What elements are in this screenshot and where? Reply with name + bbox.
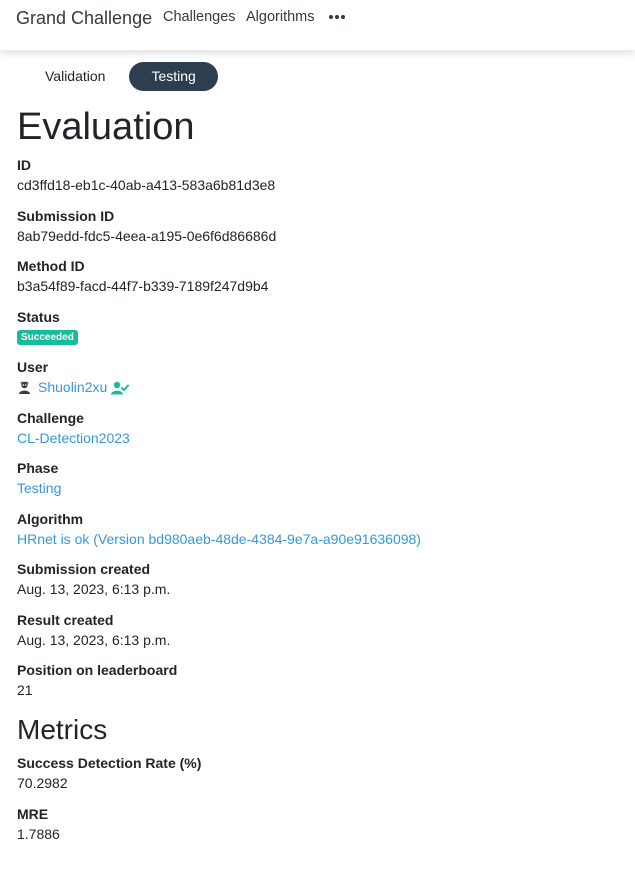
nav-link-algorithms[interactable]: Algorithms xyxy=(246,9,315,25)
user-link[interactable]: Shuolin2xu xyxy=(38,377,107,397)
metric-label: Success Detection Rate (%) xyxy=(17,755,202,771)
user-check-icon xyxy=(111,380,130,395)
metric-value: 70.2982 xyxy=(17,775,68,791)
metric-value: 1.7886 xyxy=(17,825,60,842)
field-label: Status xyxy=(17,308,60,325)
field-status: Status Succeeded xyxy=(17,307,617,347)
field-challenge: Challenge CL-Detection2023 xyxy=(17,408,617,448)
field-label: Position on leaderboard xyxy=(17,662,178,678)
field-algorithm: Algorithm HRnet is ok (Version bd980aeb-… xyxy=(17,509,617,549)
method-id-value: b3a54f89-facd-44f7-b339-7189f247d9b4 xyxy=(17,278,269,294)
field-submission-created: Submission created Aug. 13, 2023, 6:13 p… xyxy=(17,559,617,599)
field-user: User Shuolin2xu xyxy=(17,357,617,397)
challenge-link[interactable]: CL-Detection2023 xyxy=(17,430,130,446)
metrics-heading: Metrics xyxy=(17,714,108,745)
top-navbar: Grand Challenge Challenges Algorithms xyxy=(0,0,635,50)
main-content: Evaluation ID cd3ffd18-eb1c-40ab-a413-58… xyxy=(17,103,617,854)
ellipsis-icon[interactable] xyxy=(329,11,345,23)
result-created-value: Aug. 13, 2023, 6:13 p.m. xyxy=(17,631,171,648)
phase-link[interactable]: Testing xyxy=(17,480,61,496)
field-phase: Phase Testing xyxy=(17,458,617,498)
field-id: ID cd3ffd18-eb1c-40ab-a413-583a6b81d3e8 xyxy=(17,155,617,195)
submission-created-value: Aug. 13, 2023, 6:13 p.m. xyxy=(17,581,171,597)
field-label: Algorithm xyxy=(17,510,84,527)
tab-validation[interactable]: Validation xyxy=(23,62,127,91)
brand-logo-text[interactable]: Grand Challenge xyxy=(16,8,152,29)
metric-label: MRE xyxy=(17,805,49,822)
algorithm-row: HRnet is ok (Version bd980aeb-48de-4384-… xyxy=(17,529,617,549)
tab-testing[interactable]: Testing xyxy=(129,62,218,91)
field-label: User xyxy=(17,359,49,375)
avatar[interactable] xyxy=(17,380,32,395)
algorithm-link[interactable]: HRnet is ok (Version bd980aeb-48de-4384-… xyxy=(17,531,421,547)
phase-row: Testing xyxy=(17,478,617,498)
status-row: Succeeded xyxy=(17,327,617,347)
field-label: Phase xyxy=(17,460,59,476)
field-label: Challenge xyxy=(17,409,84,426)
field-submission-id: Submission ID 8ab79edd-fdc5-4eea-a195-0e… xyxy=(17,206,617,246)
field-result-created: Result created Aug. 13, 2023, 6:13 p.m. xyxy=(17,610,617,650)
field-label: Submission ID xyxy=(17,207,115,224)
field-label: Result created xyxy=(17,611,114,628)
evaluation-id-value: cd3ffd18-eb1c-40ab-a413-583a6b81d3e8 xyxy=(17,177,276,193)
challenge-row: CL-Detection2023 xyxy=(17,428,617,448)
field-label: Submission created xyxy=(17,561,151,577)
submission-id-value: 8ab79edd-fdc5-4eea-a195-0e6f6d86686d xyxy=(17,227,277,244)
user-row: Shuolin2xu xyxy=(17,377,617,397)
metric-sdr: Success Detection Rate (%) 70.2982 xyxy=(17,753,617,793)
leaderboard-position-value: 21 xyxy=(17,682,33,698)
field-method-id: Method ID b3a54f89-facd-44f7-b339-7189f2… xyxy=(17,256,617,296)
field-label: ID xyxy=(17,157,31,173)
field-leaderboard-position: Position on leaderboard 21 xyxy=(17,660,617,700)
nav-link-challenges[interactable]: Challenges xyxy=(163,9,236,25)
status-badge: Succeeded xyxy=(17,329,78,345)
metric-mre: MRE 1.7886 xyxy=(17,804,617,844)
phase-tabs: Validation Testing xyxy=(23,62,218,91)
field-label: Method ID xyxy=(17,258,85,274)
page-title: Evaluation xyxy=(17,106,195,148)
